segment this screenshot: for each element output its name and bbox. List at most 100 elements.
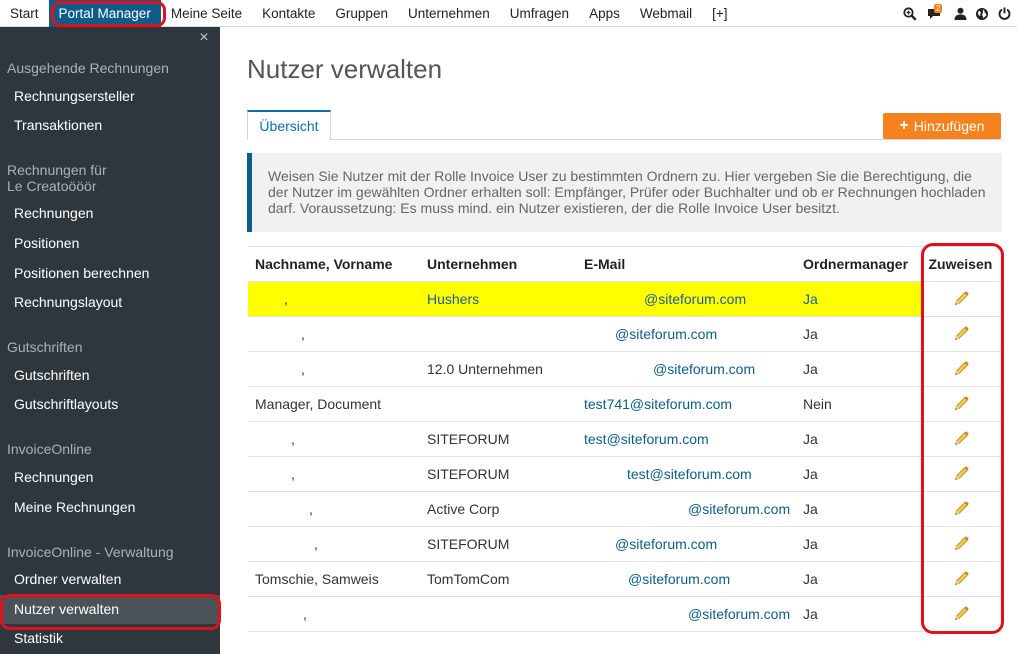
pencil-icon[interactable]: [953, 535, 971, 555]
nav-more[interactable]: [+]: [702, 0, 737, 27]
company-link[interactable]: Hushers: [427, 291, 479, 307]
cell-name: ,: [248, 596, 420, 632]
sidebar-item-nutzer-verwalten[interactable]: Nutzer verwalten: [0, 595, 220, 624]
tab-bar-line: [247, 139, 1002, 140]
sidebar-item-rechnungslayout[interactable]: Rechnungslayout: [0, 288, 220, 317]
pencil-icon[interactable]: [953, 570, 971, 590]
email-link[interactable]: test@siteforum.com: [627, 466, 752, 482]
sidebar-group-creator: Le Creatoööör: [7, 178, 97, 194]
cell-name: ,: [248, 281, 420, 317]
email-link[interactable]: @siteforum.com: [615, 536, 717, 552]
table-row: Tomschie, Samweis TomTomCom @siteforum.c…: [248, 561, 1003, 597]
email-link[interactable]: @siteforum.com: [688, 606, 790, 622]
page-title: Nutzer verwalten: [247, 54, 443, 84]
table-row: , SITEFORUM @siteforum.com Ja: [248, 526, 1003, 562]
sidebar-item-io-rechnungen[interactable]: Rechnungen: [0, 463, 220, 492]
sidebar-item-rechnungsersteller[interactable]: Rechnungsersteller: [0, 82, 220, 111]
sidebar-item-meine-rechnungen[interactable]: Meine Rechnungen: [0, 493, 220, 522]
cell-email: @siteforum.com: [577, 596, 796, 632]
email-link[interactable]: @siteforum.com: [628, 571, 730, 587]
nav-kontakte[interactable]: Kontakte: [252, 0, 325, 27]
cell-name: ,: [248, 316, 420, 352]
nav-portal-manager[interactable]: Portal Manager: [48, 0, 161, 27]
sidebar-item-transaktionen[interactable]: Transaktionen: [0, 111, 220, 140]
sidebar-item-positionen[interactable]: Positionen: [0, 229, 220, 258]
info-box: Weisen Sie Nutzer mit der Rolle Invoice …: [247, 153, 1002, 232]
table-row: , SITEFORUM test@siteforum.com Ja: [248, 456, 1003, 492]
pencil-icon[interactable]: [953, 605, 971, 625]
nav-meine-seite[interactable]: Meine Seite: [161, 0, 252, 27]
email-link[interactable]: @siteforum.com: [688, 501, 790, 517]
col-header-assign: Zuweisen: [920, 246, 1003, 282]
email-link[interactable]: @siteforum.com: [644, 291, 746, 307]
cell-manager: Ja: [796, 596, 921, 632]
cell-email: test@siteforum.com: [577, 456, 796, 492]
table-row: , Hushers @siteforum.com Ja: [248, 281, 1003, 317]
chat-icon[interactable]: 2: [921, 0, 949, 27]
sidebar-item-statistik[interactable]: Statistik: [0, 624, 220, 653]
power-icon[interactable]: [993, 0, 1015, 27]
table-row: , 12.0 Unternehmen @siteforum.com Ja: [248, 351, 1003, 387]
sidebar-item-ordner-verwalten[interactable]: Ordner verwalten: [0, 565, 220, 594]
cell-manager: Ja: [796, 421, 921, 457]
sidebar-item-rechnungen[interactable]: Rechnungen: [0, 199, 220, 228]
sidebar-group-gutschriften: Gutschriften: [7, 339, 83, 355]
nav-unternehmen[interactable]: Unternehmen: [398, 0, 500, 27]
sidebar-group-invoiceonline: InvoiceOnline: [7, 441, 92, 457]
tab-uebersicht[interactable]: Übersicht: [247, 110, 331, 140]
nav-start[interactable]: Start: [0, 0, 49, 27]
col-header-manager[interactable]: Ordnermanager: [796, 246, 921, 282]
cell-assign: [920, 526, 1003, 562]
cell-email: test@siteforum.com: [577, 421, 796, 457]
pencil-icon[interactable]: [953, 395, 971, 415]
sidebar-group-invoiceonline-verwaltung: InvoiceOnline - Verwaltung: [7, 544, 174, 560]
pencil-icon[interactable]: [953, 360, 971, 380]
zoom-icon[interactable]: [899, 0, 921, 27]
cell-company: 12.0 Unternehmen: [420, 351, 577, 387]
col-header-email[interactable]: E-Mail: [577, 246, 796, 282]
cell-assign: [920, 456, 1003, 492]
nav-webmail[interactable]: Webmail: [630, 0, 702, 27]
cell-company: SITEFORUM: [420, 526, 577, 562]
cell-assign: [920, 351, 1003, 387]
nav-gruppen[interactable]: Gruppen: [325, 0, 398, 27]
nav-apps[interactable]: Apps: [579, 0, 630, 27]
sidebar-item-gutschriften[interactable]: Gutschriften: [0, 361, 220, 390]
cell-email: @siteforum.com: [577, 316, 796, 352]
cell-assign: [920, 421, 1003, 457]
nav-umfragen[interactable]: Umfragen: [500, 0, 579, 27]
add-button[interactable]: + Hinzufügen: [883, 113, 1001, 139]
cell-assign: [920, 316, 1003, 352]
top-bar: Start Portal Manager Meine Seite Kontakt…: [0, 0, 1017, 27]
users-table: Nachname, Vorname Unternehmen E-Mail Ord…: [248, 246, 1003, 632]
close-icon[interactable]: ×: [196, 29, 212, 46]
cell-company: SITEFORUM: [420, 456, 577, 492]
cell-assign: [920, 491, 1003, 527]
cell-manager: Ja: [796, 561, 921, 597]
email-link[interactable]: test@siteforum.com: [584, 431, 709, 447]
cell-name: ,: [248, 456, 420, 492]
cell-manager: Nein: [796, 386, 921, 422]
email-link[interactable]: @siteforum.com: [653, 361, 755, 377]
manager-value: Ja: [803, 291, 818, 307]
top-icons: 2: [899, 0, 1015, 27]
globe-icon[interactable]: [971, 0, 993, 27]
pencil-icon[interactable]: [953, 430, 971, 450]
cell-assign: [920, 386, 1003, 422]
pencil-icon[interactable]: [953, 465, 971, 485]
sidebar-item-positionen-berechnen[interactable]: Positionen berechnen: [0, 259, 220, 288]
pencil-icon[interactable]: [953, 325, 971, 345]
user-icon[interactable]: [949, 0, 971, 27]
cell-company: SITEFORUM: [420, 421, 577, 457]
sidebar: × Ausgehende Rechnungen Rechnungserstell…: [0, 27, 220, 654]
email-link[interactable]: @siteforum.com: [615, 326, 717, 342]
pencil-icon[interactable]: [953, 500, 971, 520]
cell-assign: [920, 281, 1003, 317]
col-header-company[interactable]: Unternehmen: [420, 246, 577, 282]
sidebar-item-gutschriftlayouts[interactable]: Gutschriftlayouts: [0, 390, 220, 419]
top-nav: Start Portal Manager Meine Seite Kontakt…: [0, 0, 738, 27]
col-header-name[interactable]: Nachname, Vorname: [248, 246, 420, 282]
cell-manager: Ja: [796, 316, 921, 352]
email-link[interactable]: test741@siteforum.com: [584, 396, 732, 412]
pencil-icon[interactable]: [953, 290, 971, 310]
